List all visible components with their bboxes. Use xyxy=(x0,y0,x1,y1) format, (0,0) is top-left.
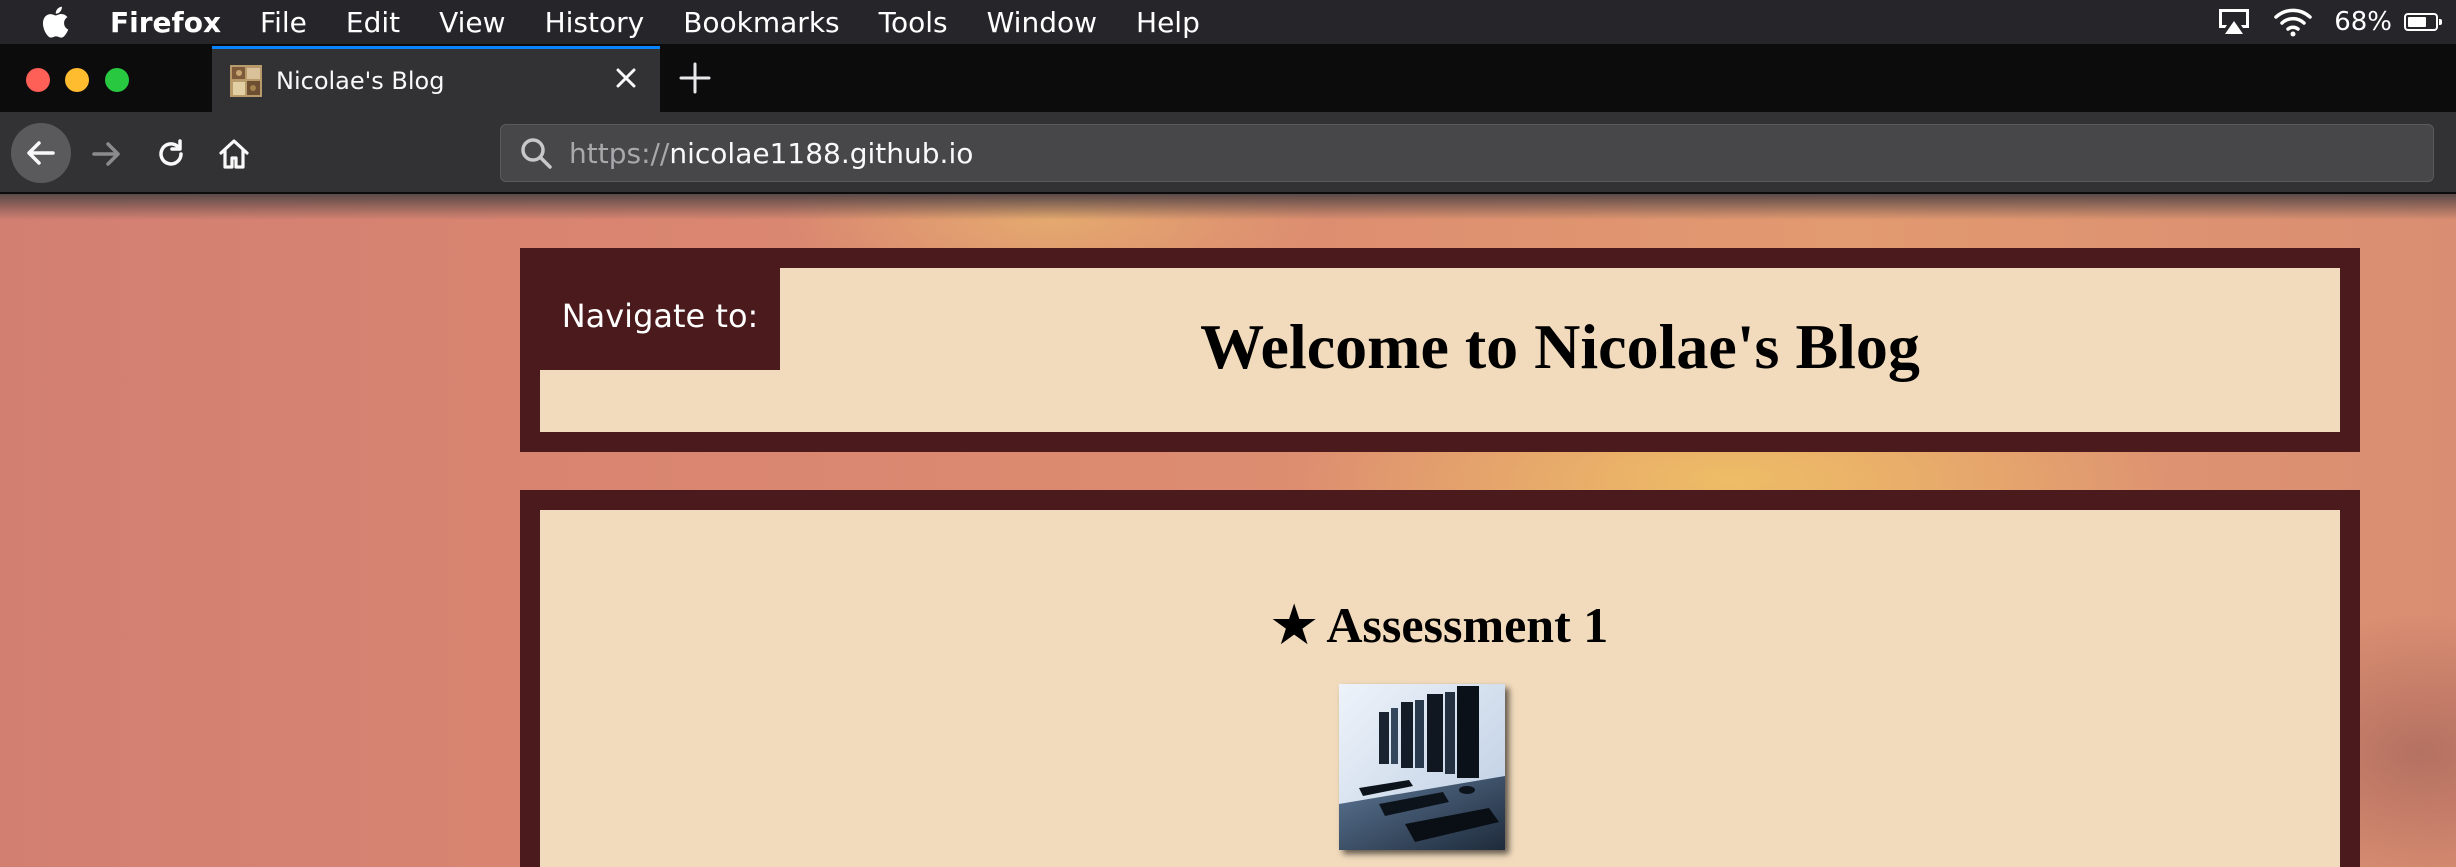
back-button[interactable] xyxy=(11,123,71,183)
page-viewport: Navigate to: Welcome to Nicolae's Blog ★… xyxy=(0,194,2456,867)
macos-menu-bar: Firefox File Edit View History Bookmarks… xyxy=(0,0,2456,44)
tab-strip: Nicolae's Blog xyxy=(0,44,2456,112)
window-zoom-button[interactable] xyxy=(105,68,129,92)
window-close-button[interactable] xyxy=(26,68,50,92)
battery-level-fill xyxy=(2408,17,2426,27)
url-text[interactable]: https://nicolae1188.github.io xyxy=(569,137,973,170)
post-thumbnail-image[interactable] xyxy=(1339,684,1505,850)
url-scheme: https:// xyxy=(569,136,670,170)
menu-tools[interactable]: Tools xyxy=(879,6,948,39)
wifi-icon[interactable] xyxy=(2274,7,2312,37)
menu-bookmarks[interactable]: Bookmarks xyxy=(683,6,839,39)
new-tab-plus-icon[interactable] xyxy=(678,61,712,95)
close-tab-icon[interactable] xyxy=(612,64,640,92)
back-arrow-icon xyxy=(27,141,55,165)
apple-logo-icon[interactable] xyxy=(40,5,70,39)
search-icon xyxy=(521,138,552,169)
reload-icon xyxy=(159,139,183,166)
navigate-to-button[interactable]: Navigate to: xyxy=(540,268,780,370)
battery-icon[interactable] xyxy=(2404,13,2442,31)
home-icon xyxy=(219,139,249,169)
post-panel: ★ Assessment 1 xyxy=(520,490,2360,867)
site-title: Welcome to Nicolae's Blog xyxy=(1200,311,1920,382)
url-bar[interactable]: https://nicolae1188.github.io xyxy=(500,124,2434,182)
menu-history[interactable]: History xyxy=(545,6,645,39)
toolbar-shadow xyxy=(0,194,2456,220)
menu-help[interactable]: Help xyxy=(1136,6,1200,39)
navigation-toolbar: https://nicolae1188.github.io xyxy=(0,112,2456,194)
post-title-link[interactable]: ★ Assessment 1 xyxy=(540,596,2340,654)
tab-title: Nicolae's Blog xyxy=(276,66,445,95)
menu-app-firefox[interactable]: Firefox xyxy=(110,6,221,39)
forward-button[interactable] xyxy=(78,126,134,182)
menu-edit[interactable]: Edit xyxy=(346,6,400,39)
window-minimize-button[interactable] xyxy=(65,68,89,92)
menu-file[interactable]: File xyxy=(260,6,307,39)
tab-nicolaes-blog[interactable]: Nicolae's Blog xyxy=(212,46,660,112)
site-header-panel: Navigate to: Welcome to Nicolae's Blog xyxy=(520,248,2360,452)
url-host: nicolae1188.github.io xyxy=(669,136,974,170)
site-favicon-icon xyxy=(230,64,262,97)
menu-view[interactable]: View xyxy=(439,6,505,39)
menu-window[interactable]: Window xyxy=(987,6,1097,39)
reload-button[interactable] xyxy=(143,126,199,182)
home-button[interactable] xyxy=(206,126,262,182)
battery-percentage[interactable]: 68% xyxy=(2334,7,2392,37)
airplay-icon[interactable] xyxy=(2216,7,2252,37)
forward-arrow-icon xyxy=(92,142,120,166)
menubar-status-area: 68% xyxy=(2216,0,2456,44)
